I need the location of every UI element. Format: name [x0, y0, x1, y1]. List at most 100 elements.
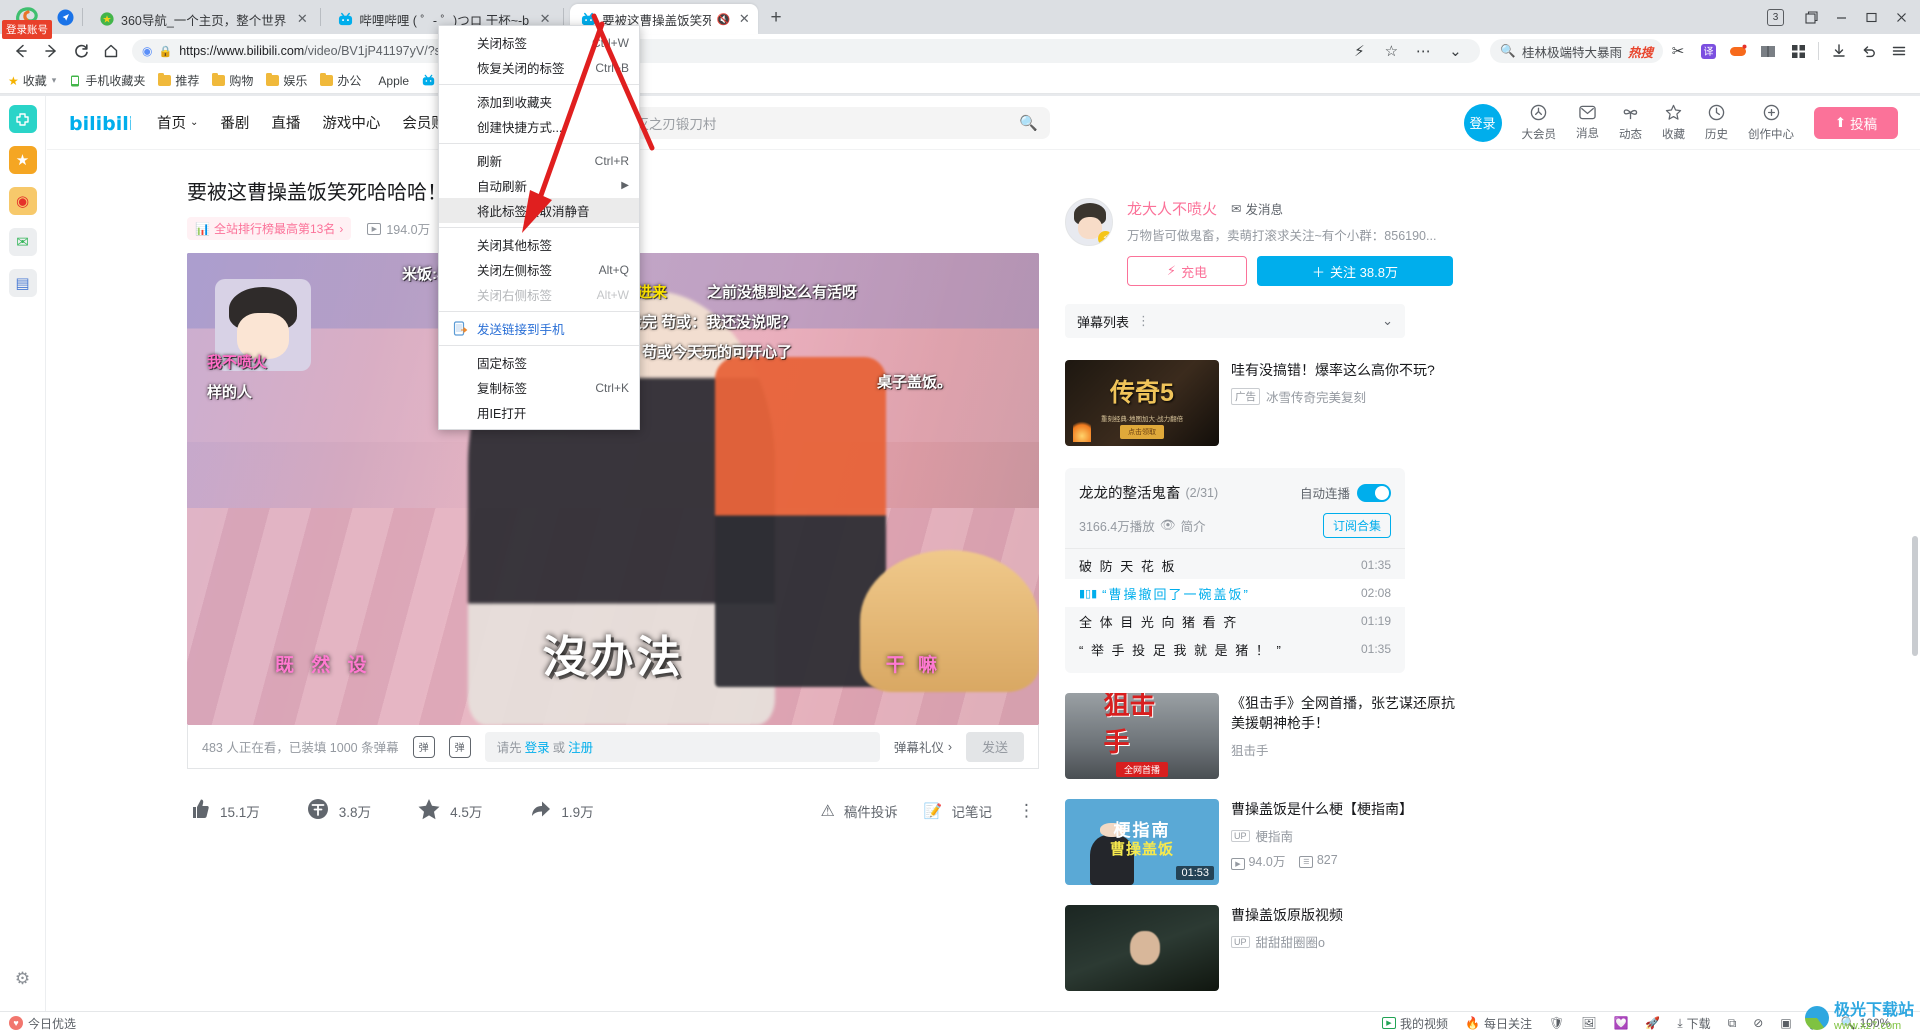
menu-item-close-other-tabs[interactable]: 关闭其他标签 [439, 232, 639, 257]
menu-item-open-in-ie[interactable]: 用IE打开 [439, 400, 639, 425]
sidebar-app-icon-1[interactable] [8, 105, 37, 133]
bookmark-phone-favorites[interactable]: 手机收藏夹 [69, 72, 145, 89]
status-bar-left[interactable]: ♥ 今日优选 [0, 1015, 76, 1032]
charge-button[interactable]: ⚡ 充电 [1127, 256, 1247, 286]
header-action-dynamic[interactable]: 动态 [1619, 104, 1642, 142]
collection-intro[interactable]: 简介 [1181, 516, 1206, 535]
rocket-icon[interactable]: 🚀 [1645, 1016, 1660, 1030]
my-videos-button[interactable]: ▶ 我的视频 [1382, 1015, 1448, 1032]
chevron-down-icon[interactable]: ⌄ [1382, 313, 1393, 329]
sidebar-favorites-icon[interactable]: ★ [8, 146, 37, 174]
menu-item-send-to-phone[interactable]: 发送链接到手机 [439, 316, 639, 341]
header-action-favorites[interactable]: 收藏 [1662, 104, 1685, 142]
home-icon[interactable] [96, 36, 126, 66]
page-scrollbar[interactable] [1912, 536, 1918, 656]
new-tab-button[interactable]: + [762, 4, 790, 32]
avatar[interactable]: ⚡ [1065, 198, 1113, 246]
menu-item-close-tab[interactable]: 关闭标签 Ctrl+W [439, 30, 639, 55]
send-message-button[interactable]: ✉ 发消息 [1231, 199, 1283, 218]
window-minimize-icon[interactable] [1826, 4, 1856, 30]
sidebar-mail-icon[interactable]: ✉ [8, 228, 37, 256]
chevron-down-icon[interactable]: ▾ [52, 75, 57, 86]
header-action-creator[interactable]: 创作中心 [1748, 104, 1794, 142]
menu-icon[interactable] [1884, 36, 1914, 66]
image-icon[interactable]: 🖼 [1581, 1016, 1596, 1030]
nav-item-home[interactable]: 首页 [157, 112, 186, 133]
gear-icon[interactable]: ⚙ [9, 965, 37, 993]
tab-mute-icon[interactable]: 🔇 [717, 13, 731, 26]
bookmark-apple[interactable]: Apple [374, 74, 409, 88]
scissors-icon[interactable]: ✂ [1663, 36, 1693, 66]
menu-item-restore-tab[interactable]: 恢复关闭的标签 Ctrl+B [439, 55, 639, 80]
recommendation-uploader[interactable]: 狙击手 [1231, 740, 1467, 759]
tab-close-icon[interactable]: ✕ [294, 11, 310, 27]
bookmark-favorites[interactable]: ★ 收藏 ▾ [8, 72, 56, 89]
autoplay-control[interactable]: 自动连播 [1300, 483, 1391, 502]
sidebar-news-icon[interactable]: ▤ [8, 269, 37, 297]
uploader-name[interactable]: 龙大人不喷火 [1127, 198, 1217, 219]
header-action-member[interactable]: 大会员 [1522, 104, 1556, 142]
window-maximize-icon[interactable] [1856, 4, 1886, 30]
subscribe-button[interactable]: 订阅合集 [1322, 513, 1391, 538]
address-bar[interactable]: ◉ 🔒 https://www.bilibili.com /video/BV1j… [132, 36, 1481, 66]
header-action-history[interactable]: 历史 [1705, 104, 1728, 142]
login-link[interactable]: 登录 [525, 737, 550, 756]
browser-tab-1[interactable]: 360导航_一个主页，整个世界 ✕ [89, 4, 319, 34]
menu-item-close-left-tabs[interactable]: 关闭左侧标签 Alt+Q [439, 257, 639, 282]
upload-button[interactable]: ⬆ 投稿 [1814, 106, 1898, 139]
rank-badge[interactable]: 📊 全站排行榜最高第13名 › [187, 217, 352, 240]
menu-item-auto-refresh[interactable]: 自动刷新 ▶ [439, 173, 639, 198]
tab-close-icon[interactable]: ✕ [739, 11, 751, 27]
danmaku-settings-icon[interactable]: 弹 [412, 735, 435, 758]
apps-icon[interactable] [1783, 36, 1813, 66]
bookmark-shopping[interactable]: 购物 [212, 72, 253, 89]
ad-card[interactable]: 传奇5 重刻经典·地图加大·战力翻倍 点击领取 哇有没搞错！爆率这么高你不玩? … [1065, 360, 1485, 446]
share-button[interactable]: 1.9万 [528, 797, 594, 825]
danmaku-list-panel-header[interactable]: 弹幕列表 ⋮ ⌄ [1065, 304, 1405, 338]
reload-icon[interactable] [66, 36, 96, 66]
menu-item-create-shortcut[interactable]: 创建快捷方式... [439, 114, 639, 139]
bookmark-recommend[interactable]: 推荐 [158, 72, 199, 89]
nav-item-game[interactable]: 游戏中心 [322, 112, 380, 133]
translate-icon[interactable]: 译 [1693, 36, 1723, 66]
search-icon[interactable]: 🔍 [1019, 114, 1038, 132]
recommendation-uploader[interactable]: UP 梗指南 [1231, 826, 1467, 845]
window-restore-icon[interactable] [1796, 4, 1826, 30]
menu-item-refresh[interactable]: 刷新 Ctrl+R [439, 148, 639, 173]
follow-button[interactable]: ＋ 关注 38.8万 [1257, 256, 1453, 286]
nav-item-live[interactable]: 直播 [271, 112, 300, 133]
danmaku-filter-icon[interactable]: 弹 [448, 735, 471, 758]
menu-item-duplicate-tab[interactable]: 复制标签 Ctrl+K [439, 375, 639, 400]
note-button[interactable]: 📝 记笔记 [924, 801, 992, 821]
forward-icon[interactable] [36, 36, 66, 66]
episode-item-active[interactable]: ▮▯▮ “曹操撤回了一碗盖饭” 02:08 [1065, 579, 1405, 607]
send-button[interactable]: 发送 [966, 731, 1024, 762]
sidebar-weibo-icon[interactable]: ◉ [8, 187, 37, 215]
bookmark-entertainment[interactable]: 娱乐 [266, 72, 307, 89]
lightning-icon[interactable]: ⚡ [1344, 36, 1374, 66]
undo-icon[interactable] [1854, 36, 1884, 66]
bookmark-office[interactable]: 办公 [320, 72, 361, 89]
split-icon[interactable]: ⧉ [1728, 1016, 1737, 1031]
daily-follow-button[interactable]: 🔥 每日关注 [1465, 1015, 1532, 1032]
navigator-icon[interactable] [50, 0, 80, 34]
star-icon[interactable]: ☆ [1376, 36, 1406, 66]
login-account-badge[interactable]: 登录账号 [2, 20, 52, 39]
like-button[interactable]: 15.1万 [187, 797, 260, 825]
shield-icon[interactable]: 🛡 [1549, 1016, 1564, 1030]
episode-item[interactable]: “ 举 手 投 足 我 就 是 猪 ！ ” 01:35 [1065, 635, 1405, 663]
tab-count-badge[interactable]: 3 [1767, 8, 1784, 26]
recommendation-item[interactable]: 梗指南 曹操盖饭 01:53 曹操盖饭是什么梗【梗指南】 UP 梗指南 ▶ 94… [1065, 799, 1485, 885]
chevron-down-icon[interactable]: ⌄ [190, 117, 198, 128]
noad-icon[interactable]: ⊘ [1753, 1016, 1763, 1030]
danmaku-etiquette[interactable]: 弹幕礼仪 › [894, 737, 952, 756]
game-icon[interactable] [1723, 36, 1753, 66]
hot-search-box[interactable]: 🔍 桂林极端特大暴雨 热搜 [1490, 39, 1663, 63]
more-vertical-icon[interactable]: ⋮ [1137, 313, 1150, 329]
report-button[interactable]: ⚠ 稿件投诉 [820, 801, 897, 821]
download-button[interactable]: ⤓ 下载 [1677, 1015, 1710, 1032]
login-button[interactable]: 登录 [1463, 103, 1502, 142]
window-close-icon[interactable] [1886, 4, 1916, 30]
recommendation-uploader[interactable]: UP 甜甜甜圈圈o [1231, 932, 1467, 951]
bilibili-logo[interactable]: bilibili [69, 111, 135, 135]
